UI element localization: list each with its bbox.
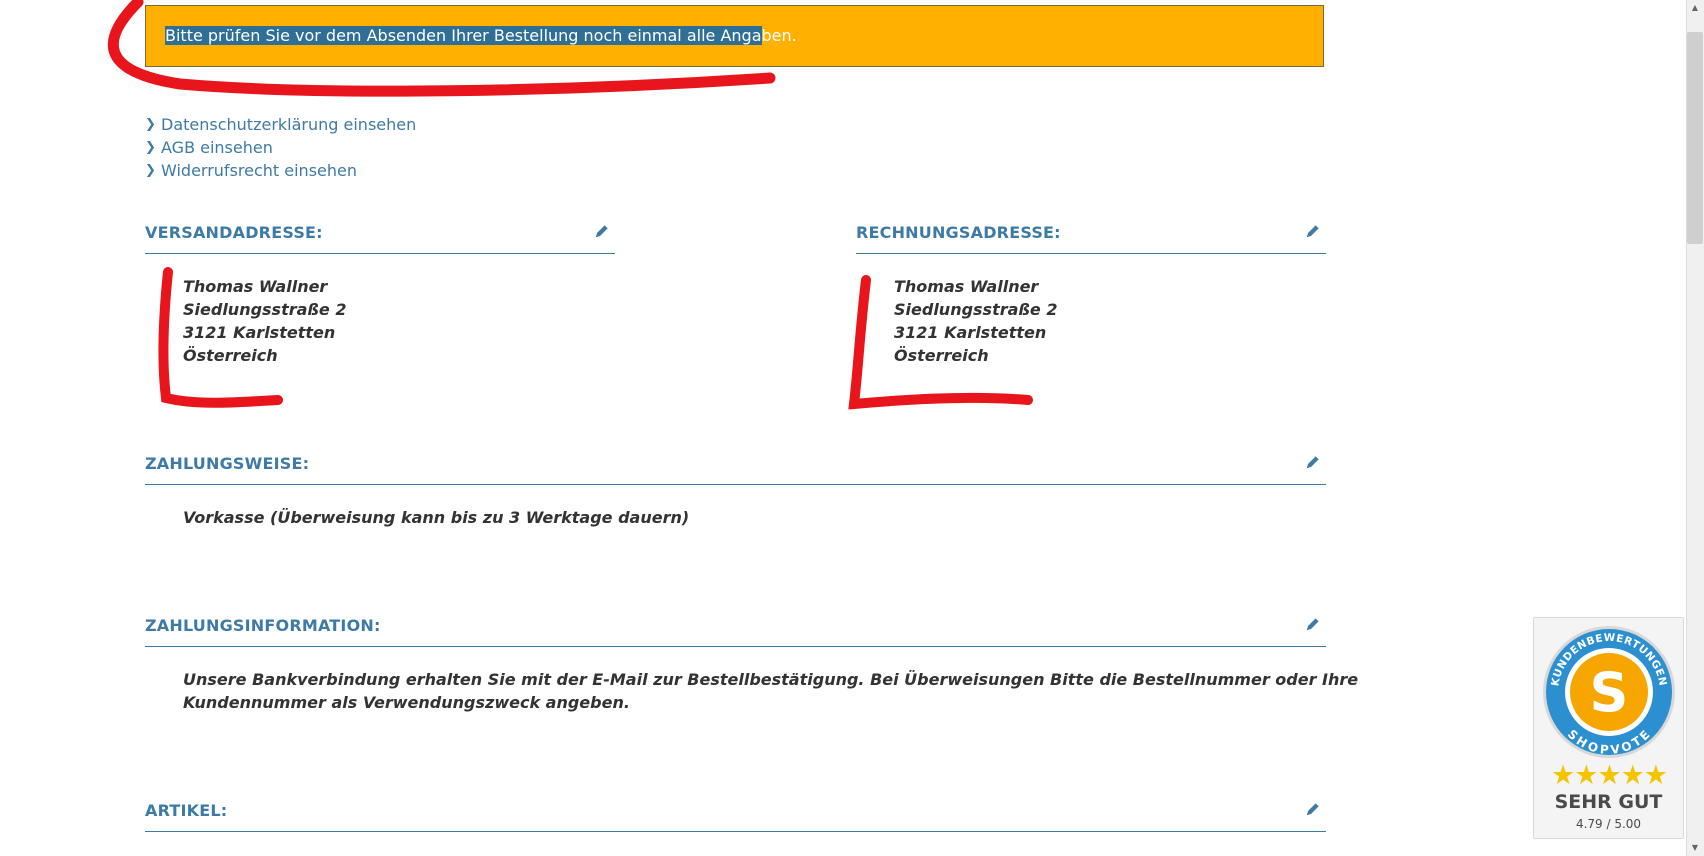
billing-country: Österreich xyxy=(894,346,989,365)
billing-address: Thomas Wallner Siedlungsstraße 2 3121 Ka… xyxy=(894,275,1057,367)
pencil-icon[interactable] xyxy=(1304,800,1322,818)
pencil-icon[interactable] xyxy=(1304,222,1322,240)
vertical-scrollbar[interactable]: ▲ ▼ xyxy=(1686,0,1704,856)
shipping-address: Thomas Wallner Siedlungsstraße 2 3121 Ka… xyxy=(183,275,346,367)
billing-street: Siedlungsstraße 2 xyxy=(894,300,1058,319)
scroll-down-icon[interactable]: ▼ xyxy=(1686,840,1704,856)
pencil-icon[interactable] xyxy=(1304,453,1322,471)
billing-section-header: RECHNUNGSADRESSE: xyxy=(856,212,1326,254)
payment-method-text: Vorkasse (Überweisung kann bis zu 3 Werk… xyxy=(183,508,690,527)
notice-text-rest: ben. xyxy=(761,26,797,45)
shipping-city: 3121 Karlstetten xyxy=(183,323,336,342)
link-privacy[interactable]: ❯ Datenschutzerklärung einsehen xyxy=(145,113,416,136)
rating-score: 4.79 / 5.00 xyxy=(1575,817,1642,831)
payment-info-line2: Kundennummer als Verwendungszweck angebe… xyxy=(183,693,630,712)
link-withdrawal[interactable]: ❯ Widerrufsrecht einsehen xyxy=(145,159,416,182)
shipping-section-header: VERSANDADRESSE: xyxy=(145,212,615,254)
payment-info-section-header: ZAHLUNGSINFORMATION: xyxy=(145,605,1326,647)
review-notice-text: Bitte prüfen Sie vor dem Absenden Ihrer … xyxy=(165,26,797,45)
billing-title: RECHNUNGSADRESSE: xyxy=(856,223,1061,242)
shipping-street: Siedlungsstraße 2 xyxy=(183,300,347,319)
payment-info-title: ZAHLUNGSINFORMATION: xyxy=(145,616,381,635)
payment-section-header: ZAHLUNGSWEISE: xyxy=(145,443,1326,485)
scroll-up-icon[interactable]: ▲ xyxy=(1686,0,1704,16)
pencil-icon[interactable] xyxy=(1304,615,1322,633)
payment-info-line1: Unsere Bankverbindung erhalten Sie mit d… xyxy=(183,670,1359,689)
chevron-right-icon: ❯ xyxy=(145,140,156,155)
billing-name: Thomas Wallner xyxy=(894,277,1039,296)
link-terms[interactable]: ❯ AGB einsehen xyxy=(145,136,416,159)
shopvote-badge[interactable]: S KUNDENBEWERTUNGEN SHOPVOTE ★★★★★ SEHR … xyxy=(1533,617,1684,839)
highlighted-text: Bitte prüfen Sie vor dem Absenden Ihrer … xyxy=(165,26,762,45)
rating-label: SEHR GUT xyxy=(1554,791,1663,813)
legal-links: ❯ Datenschutzerklärung einsehen ❯ AGB eins… xyxy=(145,113,416,182)
articles-title: ARTIKEL: xyxy=(145,801,228,820)
pencil-icon[interactable] xyxy=(593,222,611,240)
chevron-right-icon: ❯ xyxy=(145,163,156,178)
shipping-name: Thomas Wallner xyxy=(183,277,328,296)
shipping-title: VERSANDADRESSE: xyxy=(145,223,323,242)
shopvote-seal: S KUNDENBEWERTUNGEN SHOPVOTE xyxy=(1543,626,1675,758)
svg-text:S: S xyxy=(1590,661,1629,724)
scrollbar-thumb[interactable] xyxy=(1687,32,1703,244)
rating-stars: ★★★★★ xyxy=(1550,760,1668,791)
payment-title: ZAHLUNGSWEISE: xyxy=(145,454,310,473)
payment-info-text: Unsere Bankverbindung erhalten Sie mit d… xyxy=(183,668,1358,714)
articles-section-header: ARTIKEL: xyxy=(145,790,1326,832)
billing-city: 3121 Karlstetten xyxy=(894,323,1047,342)
review-notice: Bitte prüfen Sie vor dem Absenden Ihrer … xyxy=(145,5,1324,67)
shipping-country: Österreich xyxy=(183,346,278,365)
chevron-right-icon: ❯ xyxy=(145,117,156,132)
